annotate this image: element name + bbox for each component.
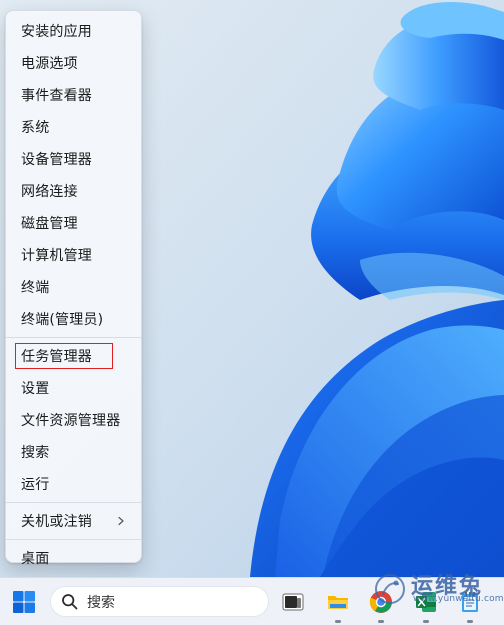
menu-item-label: 桌面 — [21, 551, 50, 567]
menu-item-label: 运行 — [21, 477, 50, 493]
search-label: 搜索 — [87, 594, 115, 611]
menu-item-label: 文件资源管理器 — [21, 413, 121, 429]
menu-item-label: 系统 — [21, 120, 50, 136]
file-explorer-icon[interactable] — [326, 590, 350, 614]
menu-item-computer-management[interactable]: 计算机管理 — [6, 239, 141, 271]
menu-item-file-explorer[interactable]: 文件资源管理器 — [6, 404, 141, 436]
chevron-right-icon — [118, 516, 124, 526]
menu-item-power-options[interactable]: 电源选项 — [6, 47, 141, 79]
menu-item-settings[interactable]: 设置 — [6, 372, 141, 404]
search-icon — [62, 593, 78, 609]
menu-item-label: 计算机管理 — [21, 248, 92, 264]
menu-item-search[interactable]: 搜索 — [6, 436, 141, 468]
menu-item-terminal[interactable]: 终端 — [6, 271, 141, 303]
menu-item-label: 事件查看器 — [21, 88, 92, 104]
menu-item-installed-apps[interactable]: 安装的应用 — [6, 15, 141, 47]
menu-item-network-connections[interactable]: 网络连接 — [6, 175, 141, 207]
excel-icon[interactable] — [414, 590, 438, 614]
menu-item-terminal-admin[interactable]: 终端(管理员) — [6, 303, 141, 335]
menu-item-label: 终端(管理员) — [21, 312, 104, 328]
menu-separator — [6, 502, 141, 503]
task-view-icon[interactable] — [281, 590, 305, 614]
menu-item-desktop[interactable]: 桌面 — [6, 542, 141, 574]
menu-item-task-manager[interactable]: 任务管理器 — [6, 340, 141, 372]
menu-item-label: 关机或注销 — [21, 514, 92, 530]
menu-item-label: 任务管理器 — [21, 349, 92, 365]
menu-item-label: 安装的应用 — [21, 24, 92, 40]
menu-item-label: 网络连接 — [21, 184, 78, 200]
menu-item-label: 搜索 — [21, 445, 50, 461]
menu-item-label: 终端 — [21, 280, 50, 296]
task-running-indicator — [423, 620, 429, 623]
menu-item-label: 设置 — [21, 381, 50, 397]
notepad-icon[interactable] — [458, 590, 482, 614]
menu-item-label: 电源选项 — [21, 56, 78, 72]
menu-item-device-manager[interactable]: 设备管理器 — [6, 143, 141, 175]
task-running-indicator — [335, 620, 341, 623]
menu-item-event-viewer[interactable]: 事件查看器 — [6, 79, 141, 111]
taskbar-search-box[interactable]: 搜索 — [50, 586, 269, 617]
task-running-indicator — [467, 620, 473, 623]
menu-separator — [6, 539, 141, 540]
menu-item-label: 设备管理器 — [21, 152, 92, 168]
menu-item-label: 磁盘管理 — [21, 216, 78, 232]
menu-item-system[interactable]: 系统 — [6, 111, 141, 143]
task-running-indicator — [378, 620, 384, 623]
menu-item-shutdown-signout[interactable]: 关机或注销 — [6, 505, 141, 537]
chrome-icon[interactable] — [369, 590, 393, 614]
taskbar: 搜索 — [0, 577, 504, 625]
menu-item-run[interactable]: 运行 — [6, 468, 141, 500]
menu-separator — [6, 337, 141, 338]
windows-start-icon[interactable] — [12, 590, 36, 614]
menu-item-disk-management[interactable]: 磁盘管理 — [6, 207, 141, 239]
winx-context-menu: 安装的应用 电源选项 事件查看器 系统 设备管理器 网络连接 磁盘管理 计算机管… — [5, 10, 142, 567]
